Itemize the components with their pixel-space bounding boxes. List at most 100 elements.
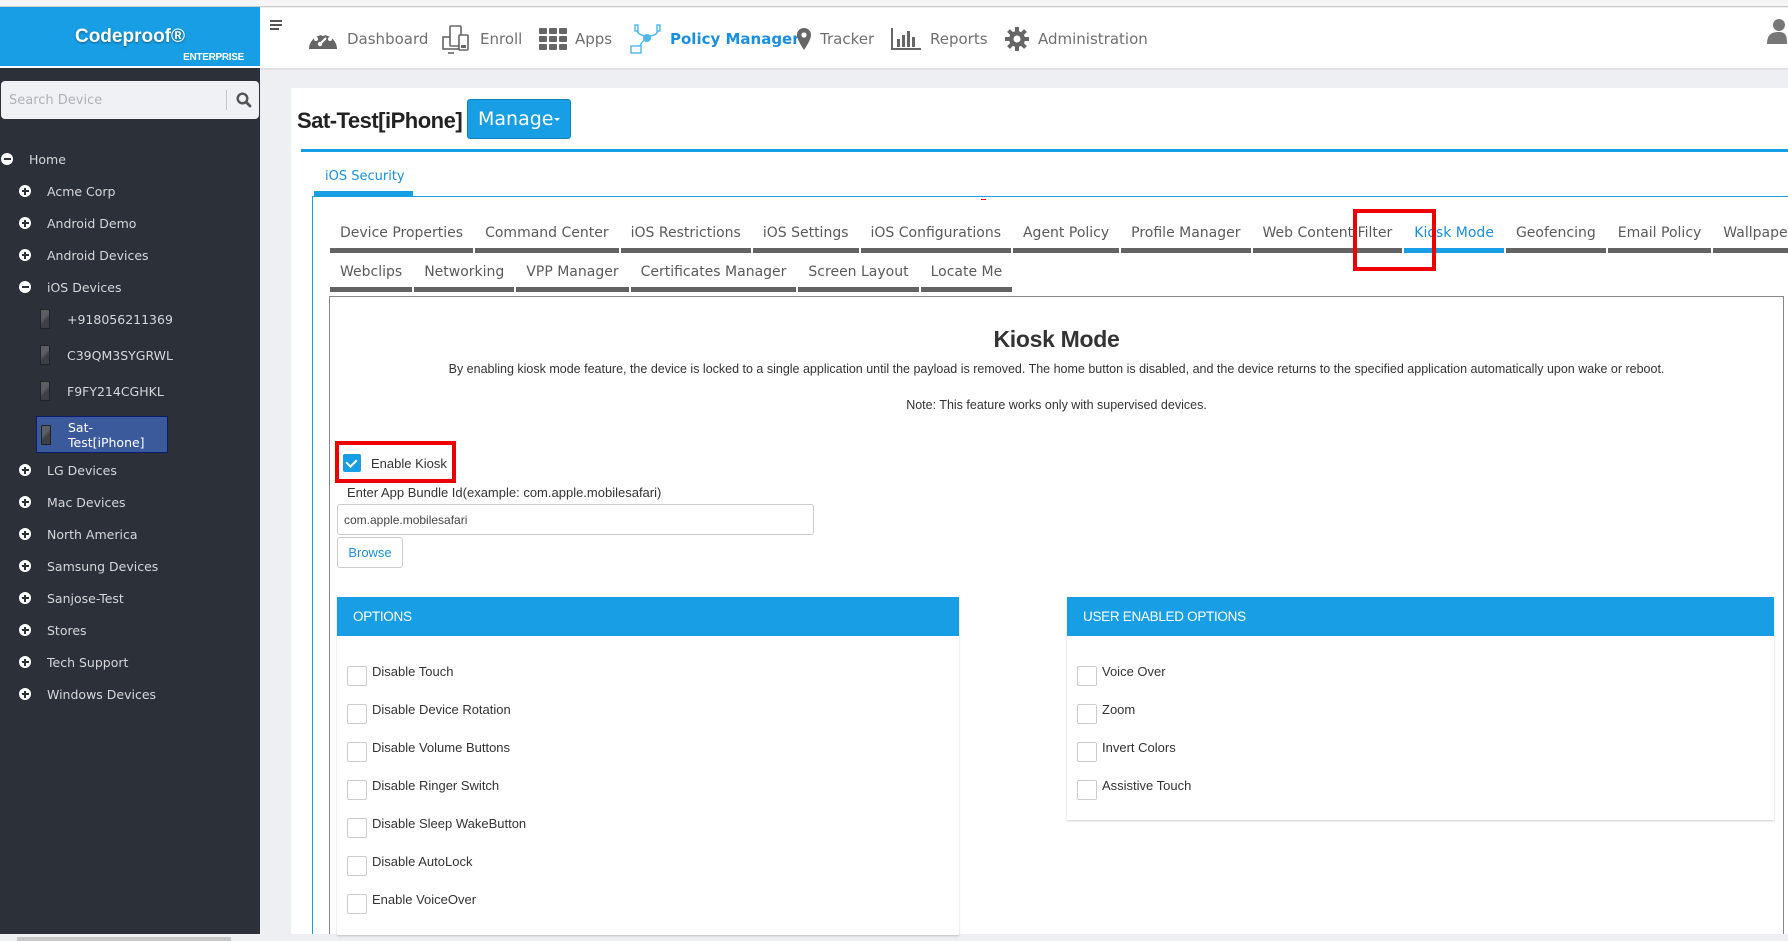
tree-node-group[interactable]: Android Demo [19, 211, 136, 235]
tab-ios-security[interactable]: iOS Security [314, 166, 414, 196]
expand-icon[interactable] [19, 592, 31, 604]
checkbox-unchecked-icon[interactable] [1077, 704, 1097, 724]
device-item[interactable]: F9FY214CGHKL [40, 378, 164, 404]
option-disable-sleep-wake-button[interactable]: Disable Sleep WakeButton [347, 816, 526, 838]
device-item-selected[interactable]: Sat-Test[iPhone] [36, 416, 168, 453]
checkbox-checked-icon[interactable] [343, 454, 361, 472]
checkbox-unchecked-icon[interactable] [1077, 742, 1097, 762]
tab-networking[interactable]: Networking [414, 260, 515, 292]
tab-certificates-manager[interactable]: Certificates Manager [630, 260, 797, 292]
tree-node-home[interactable]: Home [1, 147, 66, 171]
logo[interactable]: Codeproof® ENTERPRISE [0, 7, 260, 68]
checkbox-unchecked-icon[interactable] [347, 666, 367, 686]
tree-node-group[interactable]: Samsung Devices [19, 554, 158, 578]
expand-icon[interactable] [19, 249, 31, 261]
apps-grid-icon [539, 28, 567, 50]
brand-edition: ENTERPRISE [183, 52, 244, 63]
collapse-icon[interactable] [1, 153, 13, 165]
user-icon[interactable] [1767, 18, 1787, 44]
nav-reports[interactable]: Reports [890, 22, 988, 56]
option-label: Voice Over [1102, 664, 1166, 679]
tree-node-group[interactable]: Windows Devices [19, 682, 156, 706]
tab-vpp-manager[interactable]: VPP Manager [516, 260, 629, 292]
expand-icon[interactable] [19, 217, 31, 229]
tab-screen-layout[interactable]: Screen Layout [798, 260, 919, 292]
nav-policy-manager[interactable]: Policy Manager [630, 22, 800, 56]
tab-email-policy[interactable]: Email Policy [1607, 221, 1712, 253]
tree-node-group[interactable]: Stores [19, 618, 87, 642]
option-disable-autolock[interactable]: Disable AutoLock [347, 854, 472, 876]
tree-node-group[interactable]: North America [19, 522, 138, 546]
phone-icon [40, 381, 50, 401]
brand-name: Codeproof® [74, 26, 186, 47]
search-device-input[interactable] [1, 81, 225, 119]
tab-command-center[interactable]: Command Center [475, 221, 619, 253]
checkbox-unchecked-icon[interactable] [347, 704, 367, 724]
tab-ios-settings[interactable]: iOS Settings [752, 221, 859, 253]
phone-icon [40, 345, 50, 365]
tree-node-group[interactable]: Mac Devices [19, 490, 126, 514]
expand-icon[interactable] [19, 656, 31, 668]
bundle-id-input[interactable] [337, 504, 814, 535]
nav-label: Dashboard [347, 30, 429, 48]
collapse-icon[interactable] [19, 281, 31, 293]
tab-geofencing[interactable]: Geofencing [1505, 221, 1606, 253]
tree-node-group[interactable]: Acme Corp [19, 179, 116, 203]
option-disable-device-rotation[interactable]: Disable Device Rotation [347, 702, 511, 724]
tree-node-group[interactable]: Tech Support [19, 650, 128, 674]
checkbox-unchecked-icon[interactable] [347, 742, 367, 762]
hamburger-icon[interactable] [270, 20, 282, 32]
tab-kiosk-mode[interactable]: Kiosk Mode [1404, 221, 1504, 253]
checkbox-unchecked-icon[interactable] [347, 856, 367, 876]
checkbox-unchecked-icon[interactable] [347, 780, 367, 800]
tab-web-content-filter[interactable]: Web Content Filter [1252, 221, 1403, 253]
user-option-voice-over[interactable]: Voice Over [1077, 664, 1166, 686]
tree-node-label: LG Devices [47, 462, 117, 478]
tab-agent-policy[interactable]: Agent Policy [1012, 221, 1120, 253]
device-item[interactable]: +918056211369 [40, 306, 173, 332]
tab-wallpaper[interactable]: Wallpaper [1713, 221, 1788, 253]
checkbox-unchecked-icon[interactable] [1077, 666, 1097, 686]
expand-icon[interactable] [19, 688, 31, 700]
tab-ios-restrictions[interactable]: iOS Restrictions [620, 221, 752, 253]
tree-node-group[interactable]: LG Devices [19, 458, 117, 482]
option-disable-touch[interactable]: Disable Touch [347, 664, 453, 686]
expand-icon[interactable] [19, 528, 31, 540]
tab-device-properties[interactable]: Device Properties [330, 221, 474, 253]
bar-chart-icon [891, 28, 921, 50]
sidebar-horizontal-scrollbar[interactable] [17, 937, 231, 941]
expand-icon[interactable] [19, 464, 31, 476]
nav-apps[interactable]: Apps [539, 22, 612, 56]
tab-profile-manager[interactable]: Profile Manager [1121, 221, 1251, 253]
user-option-zoom[interactable]: Zoom [1077, 702, 1135, 724]
expand-icon[interactable] [19, 560, 31, 572]
expand-icon[interactable] [19, 624, 31, 636]
search-icon[interactable] [235, 91, 253, 109]
tab-locate-me[interactable]: Locate Me [920, 260, 1013, 292]
user-option-assistive-touch[interactable]: Assistive Touch [1077, 778, 1191, 800]
browse-button[interactable]: Browse [337, 537, 403, 568]
expand-icon[interactable] [19, 496, 31, 508]
option-disable-ringer-switch[interactable]: Disable Ringer Switch [347, 778, 499, 800]
tree-node-group[interactable]: Android Devices [19, 243, 149, 267]
tree-node-group[interactable]: Sanjose-Test [19, 586, 124, 610]
tab-webclips[interactable]: Webclips [330, 260, 413, 292]
expand-icon[interactable] [19, 185, 31, 197]
user-option-invert-colors[interactable]: Invert Colors [1077, 740, 1176, 762]
manage-dropdown-button[interactable]: Manage [467, 99, 571, 139]
enable-kiosk-label: Enable Kiosk [371, 455, 447, 471]
map-pin-icon [797, 28, 811, 50]
nav-administration[interactable]: Administration [1004, 22, 1148, 56]
nav-enroll[interactable]: Enroll [440, 22, 522, 56]
tab-ios-configurations[interactable]: iOS Configurations [860, 221, 1012, 253]
nav-dashboard[interactable]: Dashboard [307, 22, 428, 56]
checkbox-unchecked-icon[interactable] [347, 894, 367, 914]
enable-kiosk-checkbox[interactable]: Enable Kiosk [343, 454, 447, 472]
checkbox-unchecked-icon[interactable] [1077, 780, 1097, 800]
option-disable-volume-buttons[interactable]: Disable Volume Buttons [347, 740, 510, 762]
device-item[interactable]: C39QM3SYGRWL [40, 342, 173, 368]
tree-node-ios-devices[interactable]: iOS Devices [19, 275, 121, 299]
nav-tracker[interactable]: Tracker [796, 22, 874, 56]
checkbox-unchecked-icon[interactable] [347, 818, 367, 838]
option-enable-voiceover[interactable]: Enable VoiceOver [347, 892, 476, 914]
